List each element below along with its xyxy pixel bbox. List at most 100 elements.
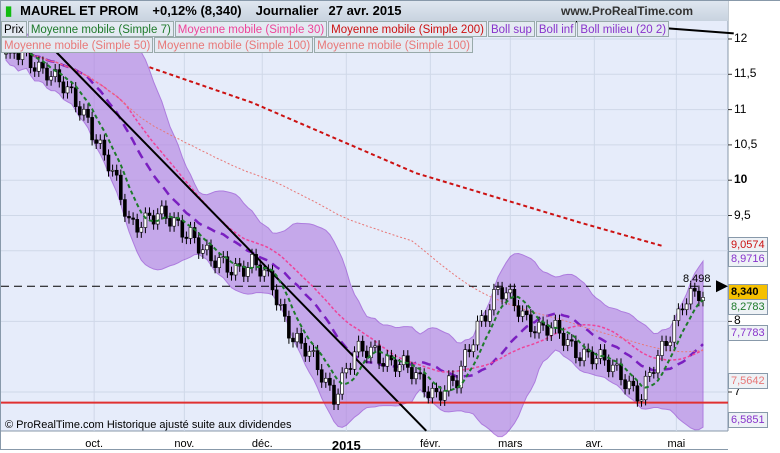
candle: [442, 390, 447, 401]
candle-icon: ▮: [5, 3, 13, 18]
candle: [528, 314, 533, 332]
candle: [323, 377, 328, 383]
candle: [155, 213, 160, 225]
legend-item[interactable]: Prix: [1, 21, 27, 37]
candle: [352, 351, 357, 370]
candle: [393, 359, 398, 372]
candle: [229, 271, 234, 276]
candle: [656, 355, 660, 374]
candle: [615, 363, 619, 366]
candle: [467, 349, 472, 353]
candle: [32, 67, 37, 72]
candle: [356, 340, 361, 353]
chart-window: ▮ MAUREL ET PROM +0,12% (8,340) Journalier 2…: [0, 0, 780, 453]
candle: [430, 387, 435, 399]
candle: [319, 369, 324, 383]
candle: [533, 331, 537, 334]
legend-item[interactable]: Moyenne mobile (Simple 7): [27, 21, 174, 37]
candle: [336, 393, 340, 405]
candle: [434, 387, 439, 393]
candle: [688, 288, 693, 305]
candle: [213, 260, 217, 268]
candle: [397, 364, 402, 372]
candle: [623, 379, 627, 390]
candle: [16, 52, 21, 60]
candle: [426, 391, 431, 399]
legend-item[interactable]: Moyenne mobile (Simple 50): [1, 37, 154, 53]
candle: [332, 384, 336, 405]
candle: [451, 375, 455, 381]
candle: [188, 227, 193, 239]
candle: [184, 236, 189, 239]
candle: [119, 174, 123, 200]
candle: [590, 351, 595, 365]
candle: [131, 217, 135, 220]
candle: [78, 106, 82, 116]
legend-item[interactable]: Moyenne mobile (Simple 100): [154, 37, 314, 53]
legend-item[interactable]: Moyenne mobile (Simple 100): [314, 37, 473, 53]
candle: [102, 139, 107, 156]
candle: [504, 292, 509, 300]
candle: [610, 364, 615, 372]
candle: [692, 288, 697, 292]
candle: [217, 257, 221, 268]
candle: [381, 363, 386, 367]
candle: [660, 341, 664, 356]
candle: [127, 216, 131, 219]
legend-item[interactable]: Boll inf: [535, 21, 577, 37]
candle: [446, 375, 451, 392]
value-box: 7,5642: [728, 373, 768, 389]
x-tick-label: avr.: [585, 438, 604, 450]
candle: [635, 385, 640, 402]
candle: [557, 320, 562, 334]
candle: [73, 87, 78, 107]
legend-item[interactable]: Boll milieu (20 2): [577, 21, 670, 37]
candle: [639, 399, 644, 402]
candle: [69, 86, 74, 89]
legend-row-2: Moyenne mobile (Simple 50) Moyenne mobile…: [1, 37, 474, 53]
candle: [492, 289, 496, 311]
candle: [651, 372, 656, 374]
candle: [82, 108, 86, 116]
candle: [123, 199, 127, 217]
candle: [594, 358, 599, 365]
candle: [516, 305, 521, 317]
candle: [373, 345, 377, 348]
x-tick-label: 2015: [331, 438, 361, 453]
candle: [36, 61, 41, 72]
candle: [483, 315, 488, 322]
candle: [299, 333, 304, 344]
candle: [344, 368, 349, 374]
candle: [545, 324, 550, 336]
candle: [295, 333, 299, 343]
candle: [65, 86, 70, 94]
x-tick-label: oct.: [85, 438, 104, 450]
candle: [565, 339, 570, 346]
candle: [496, 287, 500, 290]
candle: [479, 315, 484, 322]
candle: [647, 372, 652, 377]
legend-item[interactable]: Moyenne mobile (Simple 200): [328, 21, 487, 37]
candle: [549, 327, 554, 336]
candle: [606, 359, 611, 372]
candle: [291, 337, 295, 343]
y-tick-label: 11: [734, 101, 747, 116]
candle: [311, 350, 316, 352]
price-chart[interactable]: [1, 1, 780, 451]
candle: [307, 351, 312, 357]
candle: [459, 365, 463, 389]
candle: [405, 355, 410, 368]
x-tick-label: mai: [667, 438, 686, 450]
legend-item[interactable]: Boll sup: [487, 21, 535, 37]
candle: [98, 139, 103, 144]
candle: [110, 169, 115, 172]
legend-item[interactable]: Moyenne mobile (Simple 30): [174, 21, 328, 37]
candle: [360, 340, 365, 352]
candle: [201, 249, 205, 254]
candle: [410, 367, 414, 380]
candle: [627, 380, 632, 390]
candle: [475, 320, 480, 346]
candle: [57, 69, 62, 83]
value-box: 7,7783: [728, 325, 768, 341]
legend-row-1: Prix Moyenne mobile (Simple 7) Moyenne mob…: [1, 21, 670, 37]
